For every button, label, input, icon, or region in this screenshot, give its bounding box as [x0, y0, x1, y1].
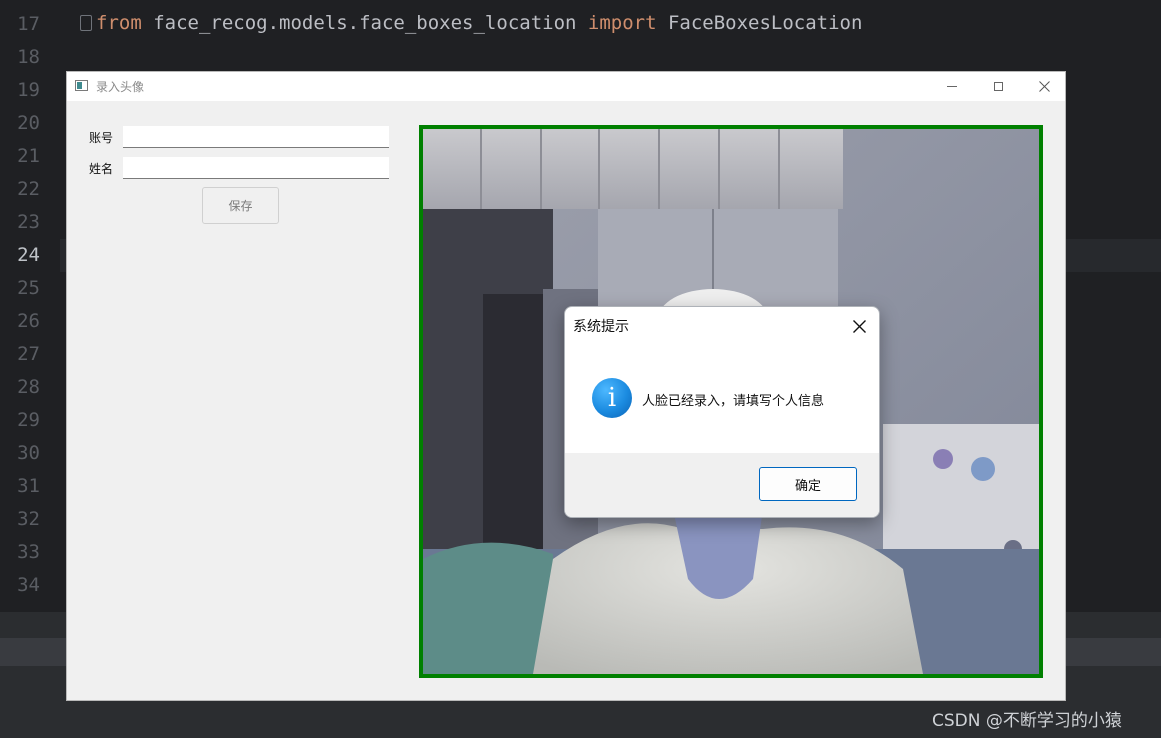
line-number: 34: [17, 574, 40, 596]
maximize-icon: [993, 82, 1003, 91]
line-number: 31: [17, 475, 40, 497]
app-icon: [75, 80, 88, 91]
line-number: 29: [17, 409, 40, 431]
watermark: CSDN @不断学习的小猿: [932, 711, 1122, 731]
line-number: 22: [17, 178, 40, 200]
close-icon: [1038, 81, 1050, 92]
close-icon: [852, 319, 866, 333]
account-label: 账号: [89, 131, 114, 145]
keyword-import: import: [587, 12, 657, 34]
line-number: 27: [17, 343, 40, 365]
system-message-dialog: 系统提示 i 人脸已经录入，请填写个人信息 确定: [564, 306, 880, 518]
fold-icon[interactable]: [80, 15, 92, 31]
info-glyph: i: [607, 383, 617, 413]
save-button[interactable]: 保存: [202, 187, 279, 224]
line-number: 25: [17, 277, 40, 299]
line-number: 23: [17, 211, 40, 233]
name-input[interactable]: [123, 157, 389, 179]
line-number: 21: [17, 145, 40, 167]
window-titlebar[interactable]: 录入头像: [67, 72, 1065, 101]
line-number: 32: [17, 508, 40, 530]
line-number: 33: [17, 541, 40, 563]
code-import-line[interactable]: from face_recog.models.face_boxes_locati…: [96, 12, 862, 34]
window-title: 录入头像: [96, 80, 145, 94]
dialog-close-button[interactable]: [848, 315, 870, 337]
dialog-title: 系统提示: [573, 319, 629, 335]
line-number: 19: [17, 79, 40, 101]
close-button[interactable]: [1021, 72, 1067, 101]
line-number-active: 24: [17, 244, 40, 266]
line-number: 26: [17, 310, 40, 332]
line-number: 30: [17, 442, 40, 464]
dialog-message: 人脸已经录入，请填写个人信息: [642, 394, 825, 409]
ok-button[interactable]: 确定: [759, 467, 857, 501]
minimize-button[interactable]: [929, 72, 975, 101]
maximize-button[interactable]: [975, 72, 1021, 101]
imported-name: FaceBoxesLocation: [656, 12, 863, 34]
line-number: 18: [17, 46, 40, 68]
line-number: 17: [17, 13, 40, 35]
keyword-from: from: [96, 12, 142, 34]
line-number: 20: [17, 112, 40, 134]
line-number: 28: [17, 376, 40, 398]
minimize-icon: [947, 86, 957, 87]
account-input[interactable]: [123, 126, 389, 148]
module-path: face_recog.models.face_boxes_location: [141, 12, 588, 34]
info-icon: i: [592, 378, 632, 418]
name-label: 姓名: [89, 162, 114, 176]
